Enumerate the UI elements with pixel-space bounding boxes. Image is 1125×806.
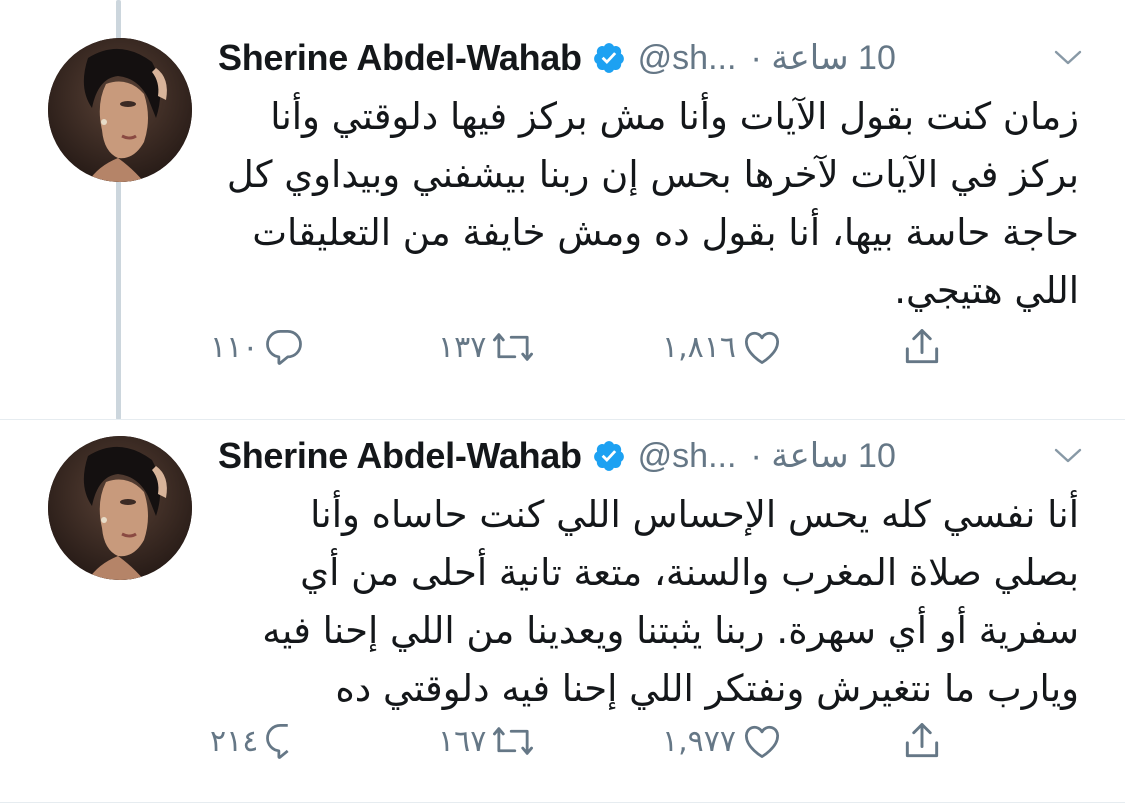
separator-dot: ·	[750, 39, 762, 77]
timestamp[interactable]: 10 ساعة ·	[750, 38, 895, 78]
retweet-icon	[490, 719, 536, 763]
like-icon	[740, 719, 784, 763]
reply-count: ٢١٤	[210, 723, 259, 759]
reply-button[interactable]: ٢١٤	[210, 716, 306, 766]
like-icon	[740, 325, 784, 369]
like-button[interactable]: ١,٨١٦	[662, 322, 784, 372]
tweet-text: أنا نفسي كله يحس الإحساس اللي كنت حاساه …	[262, 493, 1079, 710]
like-button[interactable]: ١,٩٧٧	[662, 716, 784, 766]
verified-icon	[592, 41, 626, 75]
timestamp[interactable]: 10 ساعة ·	[750, 436, 895, 476]
retweet-count: ١٣٧	[438, 329, 487, 365]
tweet-header: Sherine Abdel-Wahab @sh... 10 ساعة ·	[218, 432, 1085, 480]
tweet-divider	[0, 802, 1125, 803]
share-button[interactable]	[900, 322, 944, 372]
timestamp-text: 10 ساعة	[771, 39, 896, 77]
reply-button[interactable]: ١١٠	[210, 322, 306, 372]
reply-count: ١١٠	[210, 329, 259, 365]
reply-icon	[262, 719, 306, 763]
share-icon	[900, 325, 944, 369]
retweet-button[interactable]: ١٦٧	[438, 716, 536, 766]
share-button[interactable]	[900, 716, 944, 766]
like-count: ١,٩٧٧	[662, 723, 736, 759]
like-count: ١,٨١٦	[662, 329, 736, 365]
timestamp-text: 10 ساعة	[771, 437, 896, 475]
handle[interactable]: @sh...	[638, 437, 737, 476]
avatar[interactable]	[48, 436, 192, 580]
tweet[interactable]: Sherine Abdel-Wahab @sh... 10 ساعة · زما…	[0, 0, 1125, 420]
display-name[interactable]: Sherine Abdel-Wahab	[218, 37, 582, 79]
tweet-actions: ٢١٤ ١٦٧ ١,٩٧٧	[210, 716, 970, 766]
tweet-thread: Sherine Abdel-Wahab @sh... 10 ساعة · زما…	[0, 0, 1125, 806]
retweet-count: ١٦٧	[438, 723, 487, 759]
retweet-button[interactable]: ١٣٧	[438, 322, 536, 372]
separator-dot: ·	[750, 437, 762, 475]
chevron-down-icon[interactable]	[1051, 41, 1085, 75]
handle[interactable]: @sh...	[638, 39, 737, 78]
reply-icon	[262, 325, 306, 369]
tweet-actions: ١١٠ ١٣٧ ١,٨١٦	[210, 322, 970, 372]
avatar[interactable]	[48, 38, 192, 182]
verified-icon	[592, 439, 626, 473]
tweet-header: Sherine Abdel-Wahab @sh... 10 ساعة ·	[218, 34, 1085, 82]
display-name[interactable]: Sherine Abdel-Wahab	[218, 435, 582, 477]
share-icon	[900, 719, 944, 763]
tweet[interactable]: Sherine Abdel-Wahab @sh... 10 ساعة · أنا…	[0, 420, 1125, 806]
retweet-icon	[490, 325, 536, 369]
chevron-down-icon[interactable]	[1051, 439, 1085, 473]
tweet-text: زمان كنت بقول الآيات وأنا مش بركز فيها د…	[226, 95, 1079, 312]
